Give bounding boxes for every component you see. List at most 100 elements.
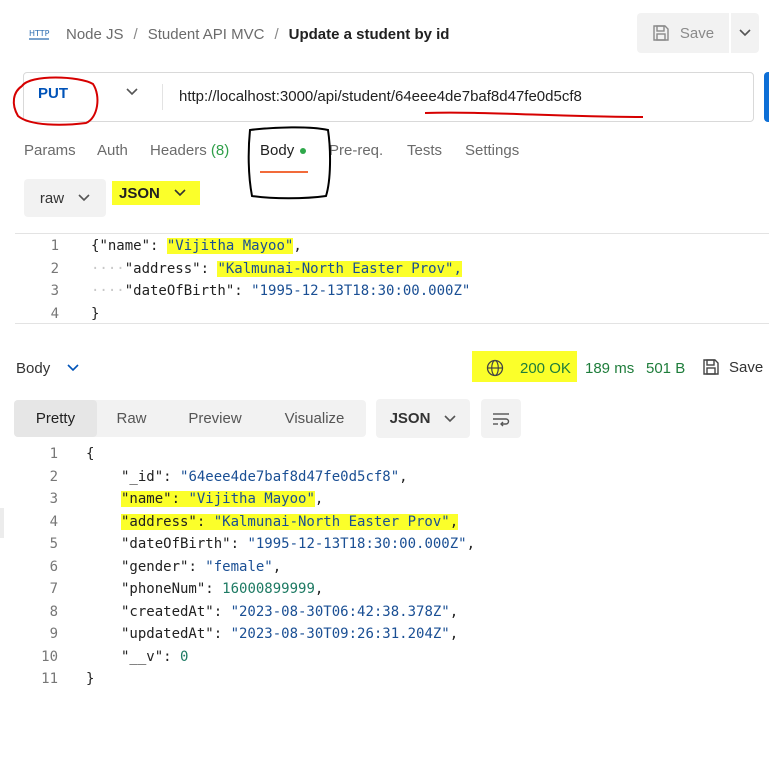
line-number: 10 [41, 649, 58, 665]
send-button[interactable] [764, 72, 769, 122]
chevron-down-icon [174, 189, 186, 197]
request-title[interactable]: Update a student by id [289, 26, 450, 43]
wrap-lines-button[interactable] [481, 399, 521, 438]
code-line: { [86, 443, 94, 465]
save-response-button[interactable]: Save [702, 358, 763, 376]
tab-body[interactable]: Body [260, 142, 307, 159]
line-number: 3 [49, 491, 58, 507]
breadcrumb-folder[interactable]: Student API MVC [148, 26, 265, 43]
body-type-label: raw [39, 189, 65, 207]
tab-pretty[interactable]: Pretty [14, 400, 97, 437]
json-key: "createdAt" [121, 604, 214, 620]
json-brace: } [86, 671, 95, 687]
breadcrumb-separator: / [274, 25, 279, 43]
line-number: 9 [49, 626, 58, 642]
json-number: 0 [180, 649, 189, 665]
save-icon [703, 359, 719, 375]
line-number: 6 [49, 559, 58, 575]
code-line: ····"dateOfBirth": "1995-12-13T18:30:00.… [91, 283, 471, 299]
code-line: "_id": "64eee4de7baf8d47fe0d5cf8", [121, 469, 408, 485]
json-string: "Kalmunai-North Easter Prov", [217, 261, 462, 277]
chevron-down-icon [78, 194, 90, 202]
response-body-label[interactable]: Body [16, 360, 50, 377]
json-key: "dateOfBirth" [121, 536, 231, 552]
tab-tests[interactable]: Tests [407, 142, 442, 159]
json-string: "2023-08-30T09:26:31.204Z" [230, 626, 450, 642]
line-number: 4 [50, 306, 59, 322]
active-tab-underline [260, 171, 308, 173]
line-number: 11 [41, 671, 58, 687]
code-line: "__v": 0 [121, 649, 189, 665]
globe-icon[interactable] [486, 359, 504, 377]
tab-headers-label: Headers [150, 142, 207, 159]
code-line: ····"address": "Kalmunai-North Easter Pr… [91, 261, 462, 277]
chevron-down-icon[interactable] [67, 364, 79, 372]
json-key: "address" [121, 514, 197, 530]
http-request-icon: HTTP [29, 29, 50, 40]
code-line: {"name": "Vijitha Mayoo", [91, 238, 302, 254]
tab-params[interactable]: Params [24, 142, 76, 159]
json-key: "dateOfBirth" [124, 283, 235, 299]
code-line: } [86, 668, 94, 690]
body-type-select[interactable]: raw [24, 179, 106, 217]
json-string: "female" [205, 559, 273, 575]
tab-preview[interactable]: Preview [174, 400, 256, 437]
json-brace: { [86, 446, 95, 462]
response-size[interactable]: 501 B [646, 360, 685, 377]
code-line: "phoneNum": 16000899999, [121, 581, 324, 597]
wrap-lines-icon [493, 412, 510, 426]
json-key: "_id" [121, 469, 164, 485]
chevron-down-icon [444, 414, 456, 422]
code-line: "updatedAt": "2023-08-30T09:26:31.204Z", [121, 626, 459, 642]
json-key: "phoneNum" [121, 581, 206, 597]
chevron-down-icon[interactable] [126, 88, 138, 96]
json-string: "2023-08-30T06:42:38.378Z" [230, 604, 450, 620]
url-divider [162, 84, 163, 110]
svg-text:HTTP: HTTP [29, 29, 50, 38]
json-key: "__v" [121, 649, 164, 665]
json-key: "address" [124, 261, 201, 277]
line-number: 7 [49, 581, 58, 597]
body-language-label: JSON [119, 184, 160, 202]
json-string: "Kalmunai-North Easter Prov" [213, 514, 450, 530]
json-string: "1995-12-13T18:30:00.000Z" [251, 283, 471, 299]
method-select[interactable]: PUT [38, 85, 68, 102]
request-body-editor[interactable]: 1 2 3 4 {"name": "Vijitha Mayoo", ····"a… [15, 233, 769, 324]
breadcrumb-separator: / [133, 25, 138, 43]
line-number: 4 [49, 514, 58, 530]
tab-visualize[interactable]: Visualize [272, 400, 357, 437]
headers-count: (8) [210, 142, 230, 159]
json-key: "name" [121, 491, 172, 507]
response-time[interactable]: 189 ms [585, 360, 634, 377]
line-number: 5 [49, 536, 58, 552]
body-language-select[interactable]: JSON [112, 181, 200, 205]
tab-settings[interactable]: Settings [465, 142, 519, 159]
code-line: } [91, 303, 99, 325]
code-line: "gender": "female", [121, 559, 282, 575]
status-code[interactable]: 200 OK [520, 360, 571, 377]
save-options-dropdown[interactable] [731, 13, 759, 53]
tab-prereq[interactable]: Pre-req. [329, 142, 383, 159]
json-brace: } [91, 306, 100, 322]
response-body-viewer[interactable]: 1 2 3 4 5 6 7 8 9 10 11 { "_id": "64eee4… [0, 443, 769, 693]
json-number: 16000899999 [222, 581, 315, 597]
code-line: "name": "Vijitha Mayoo", [121, 491, 324, 507]
json-key: "name" [99, 238, 151, 254]
breadcrumb: HTTP Node JS / Student API MVC / Update … [28, 22, 449, 46]
line-number: 3 [50, 283, 59, 299]
code-line: "dateOfBirth": "1995-12-13T18:30:00.000Z… [121, 536, 476, 552]
save-icon [653, 25, 669, 41]
save-response-label: Save [729, 358, 764, 376]
breadcrumb-collection[interactable]: Node JS [66, 26, 124, 43]
tab-raw[interactable]: Raw [104, 400, 159, 437]
chevron-down-icon [739, 29, 751, 37]
json-string: "64eee4de7baf8d47fe0d5cf8" [180, 469, 400, 485]
line-number: 2 [49, 469, 58, 485]
tab-headers[interactable]: Headers (8) [150, 142, 229, 159]
save-button[interactable]: Save [637, 13, 729, 53]
response-format-select[interactable]: JSON [376, 399, 470, 438]
tab-auth[interactable]: Auth [97, 142, 128, 159]
line-number: 1 [49, 446, 58, 462]
url-input[interactable]: http://localhost:3000/api/student/64eee4… [179, 88, 582, 105]
body-tab-box-annotation [247, 126, 332, 200]
